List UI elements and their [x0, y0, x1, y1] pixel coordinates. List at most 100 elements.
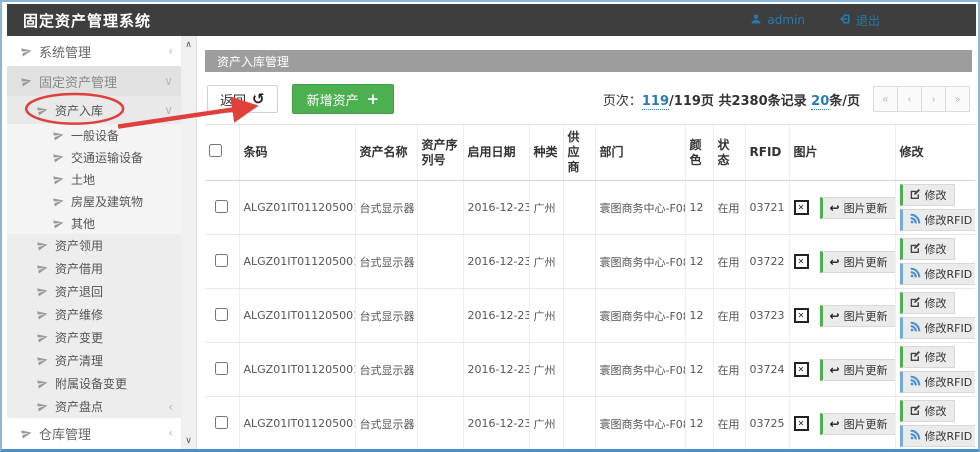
table-row: ALGZ01IT0112050015台式显示器2016-12-23广州寰图商务中… [205, 235, 975, 289]
edit-rfid-button[interactable]: 修改RFID [900, 371, 976, 393]
sidebar-item-14[interactable]: 附属设备变更 [7, 372, 181, 395]
header-checkbox-cell [205, 125, 239, 181]
cell-date: 2016-12-23 [463, 343, 529, 397]
plus-icon: + [367, 90, 380, 108]
sidebar-item-8[interactable]: 资产领用 [7, 234, 181, 257]
first-page-button[interactable]: « [873, 86, 898, 112]
next-page-button[interactable]: › [921, 86, 946, 112]
back-button-label: 返回 [220, 90, 246, 109]
app-window: 固定资产管理系统 admin 退出 系统管理‹固定资产管理∨资产入库∨一般设备交… [0, 0, 980, 452]
last-page-button[interactable]: » [945, 86, 970, 112]
cell-picture: ✕ ↩图片更新 [789, 181, 895, 235]
rfid-signal-icon [910, 321, 921, 335]
row-checkbox[interactable] [215, 308, 228, 321]
edit-rfid-button[interactable]: 修改RFID [900, 425, 976, 447]
row-checkbox[interactable] [215, 200, 228, 213]
cell-department: 寰图商务中心-F08 [595, 289, 685, 343]
row-checkbox[interactable] [215, 416, 228, 429]
sidebar-menu: 系统管理‹固定资产管理∨资产入库∨一般设备交通运输设备土地房屋及建筑物其他资产领… [7, 36, 181, 448]
back-button[interactable]: 返回 ↺ [207, 85, 278, 113]
edit-rfid-button[interactable]: 修改RFID [900, 263, 976, 285]
image-update-label: 图片更新 [844, 362, 888, 378]
broken-image-icon: ✕ [794, 200, 809, 215]
cell-modify: 修改修改RFID [895, 181, 975, 235]
column-header-9: RFID [745, 125, 789, 181]
image-update-button[interactable]: ↩图片更新 [820, 413, 896, 435]
image-update-button[interactable]: ↩图片更新 [820, 305, 896, 327]
sidebar-item-9[interactable]: 资产借用 [7, 257, 181, 280]
row-checkbox[interactable] [215, 362, 228, 375]
sidebar-item-16[interactable]: 仓库管理‹ [7, 418, 181, 448]
sidebar-item-6[interactable]: 房屋及建筑物 [7, 190, 181, 212]
reply-arrow-icon: ↩ [830, 201, 840, 215]
image-update-button[interactable]: ↩图片更新 [820, 359, 896, 381]
sidebar-item-label: 房屋及建筑物 [71, 193, 143, 210]
sidebar-item-label: 资产退回 [55, 283, 103, 300]
cell-color: 12 [685, 397, 713, 451]
select-all-checkbox[interactable] [209, 144, 222, 157]
edit-button[interactable]: 修改 [900, 184, 955, 206]
column-header-2: 资产序列号 [417, 125, 463, 181]
cell-rfid: 03721 [745, 181, 789, 235]
cell-rfid: 03722 [745, 235, 789, 289]
send-icon [53, 218, 64, 229]
sidebar-item-5[interactable]: 土地 [7, 168, 181, 190]
edit-button[interactable]: 修改 [900, 292, 955, 314]
cell-picture: ✕↩图片更新 [789, 289, 895, 343]
cell-date: 2016-12-23 [463, 289, 529, 343]
cell-status: 在用 [713, 289, 745, 343]
sidebar-item-4[interactable]: 交通运输设备 [7, 146, 181, 168]
image-update-button[interactable]: ↩图片更新 [820, 197, 896, 219]
edit-icon [910, 296, 921, 310]
sidebar-item-3[interactable]: 一般设备 [7, 124, 181, 146]
sidebar-item-7[interactable]: 其他 [7, 212, 181, 234]
user-menu[interactable]: admin [750, 13, 805, 28]
sidebar-item-10[interactable]: 资产退回 [7, 280, 181, 303]
edit-icon [910, 404, 921, 418]
scroll-down-icon[interactable]: ∨ [185, 436, 192, 446]
cell-rfid: 03724 [745, 343, 789, 397]
cell-modify: 修改修改RFID [895, 289, 975, 343]
image-update-button[interactable]: ↩图片更新 [820, 251, 896, 273]
cell-supplier [563, 343, 595, 397]
send-icon [53, 152, 64, 163]
table-header-row: 条码资产名称资产序列号启用日期种类供应商部门颜色状态RFID图片修改 [205, 125, 975, 181]
sidebar-item-15[interactable]: 资产盘点‹ [7, 395, 181, 418]
column-header-11: 修改 [895, 125, 975, 181]
cell-department: 寰图商务中心-F08 [595, 343, 685, 397]
edit-button[interactable]: 修改 [900, 346, 955, 368]
cell-barcode: ALGZ01IT0112050018 [239, 397, 355, 451]
sidebar-item-13[interactable]: 资产清理 [7, 349, 181, 372]
add-asset-button[interactable]: 新增资产 + [292, 84, 395, 114]
prev-page-button[interactable]: ‹ [897, 86, 922, 112]
cell-name: 台式显示器 [355, 235, 417, 289]
edit-button[interactable]: 修改 [900, 238, 955, 260]
sidebar-item-0[interactable]: 系统管理‹ [7, 36, 181, 66]
edit-rfid-button[interactable]: 修改RFID [900, 317, 976, 339]
row-checkbox[interactable] [215, 254, 228, 267]
table-row: ALGZ01IT0112050014台式显示器2016-12-23广州寰图商务中… [205, 181, 975, 235]
broken-image-icon: ✕ [794, 254, 809, 269]
current-page-link[interactable]: 119 [642, 94, 669, 110]
edit-rfid-label: 修改RFID [925, 266, 973, 282]
cell-serial [417, 397, 463, 451]
sidebar-item-label: 附属设备变更 [55, 375, 127, 392]
page-size-link[interactable]: 20 [811, 94, 829, 110]
scroll-up-icon[interactable]: ∧ [185, 40, 192, 50]
sidebar-item-2[interactable]: 资产入库∨ [7, 96, 181, 124]
sidebar-item-1[interactable]: 固定资产管理∨ [7, 66, 181, 96]
sidebar-item-label: 资产盘点 [55, 398, 103, 415]
edit-icon [910, 350, 921, 364]
sidebar-scrollbar[interactable]: ∧ ∨ [181, 36, 196, 450]
cell-date: 2016-12-23 [463, 235, 529, 289]
logout-link[interactable]: 退出 [839, 12, 880, 29]
topbar: 固定资产管理系统 admin 退出 [7, 4, 976, 36]
sidebar-item-11[interactable]: 资产维修 [7, 303, 181, 326]
sidebar-item-12[interactable]: 资产变更 [7, 326, 181, 349]
cell-name: 台式显示器 [355, 343, 417, 397]
cell-status: 在用 [713, 343, 745, 397]
edit-rfid-button[interactable]: 修改RFID [900, 209, 976, 231]
edit-label: 修改 [925, 187, 947, 203]
cell-picture: ✕↩图片更新 [789, 397, 895, 451]
edit-button[interactable]: 修改 [900, 400, 955, 422]
